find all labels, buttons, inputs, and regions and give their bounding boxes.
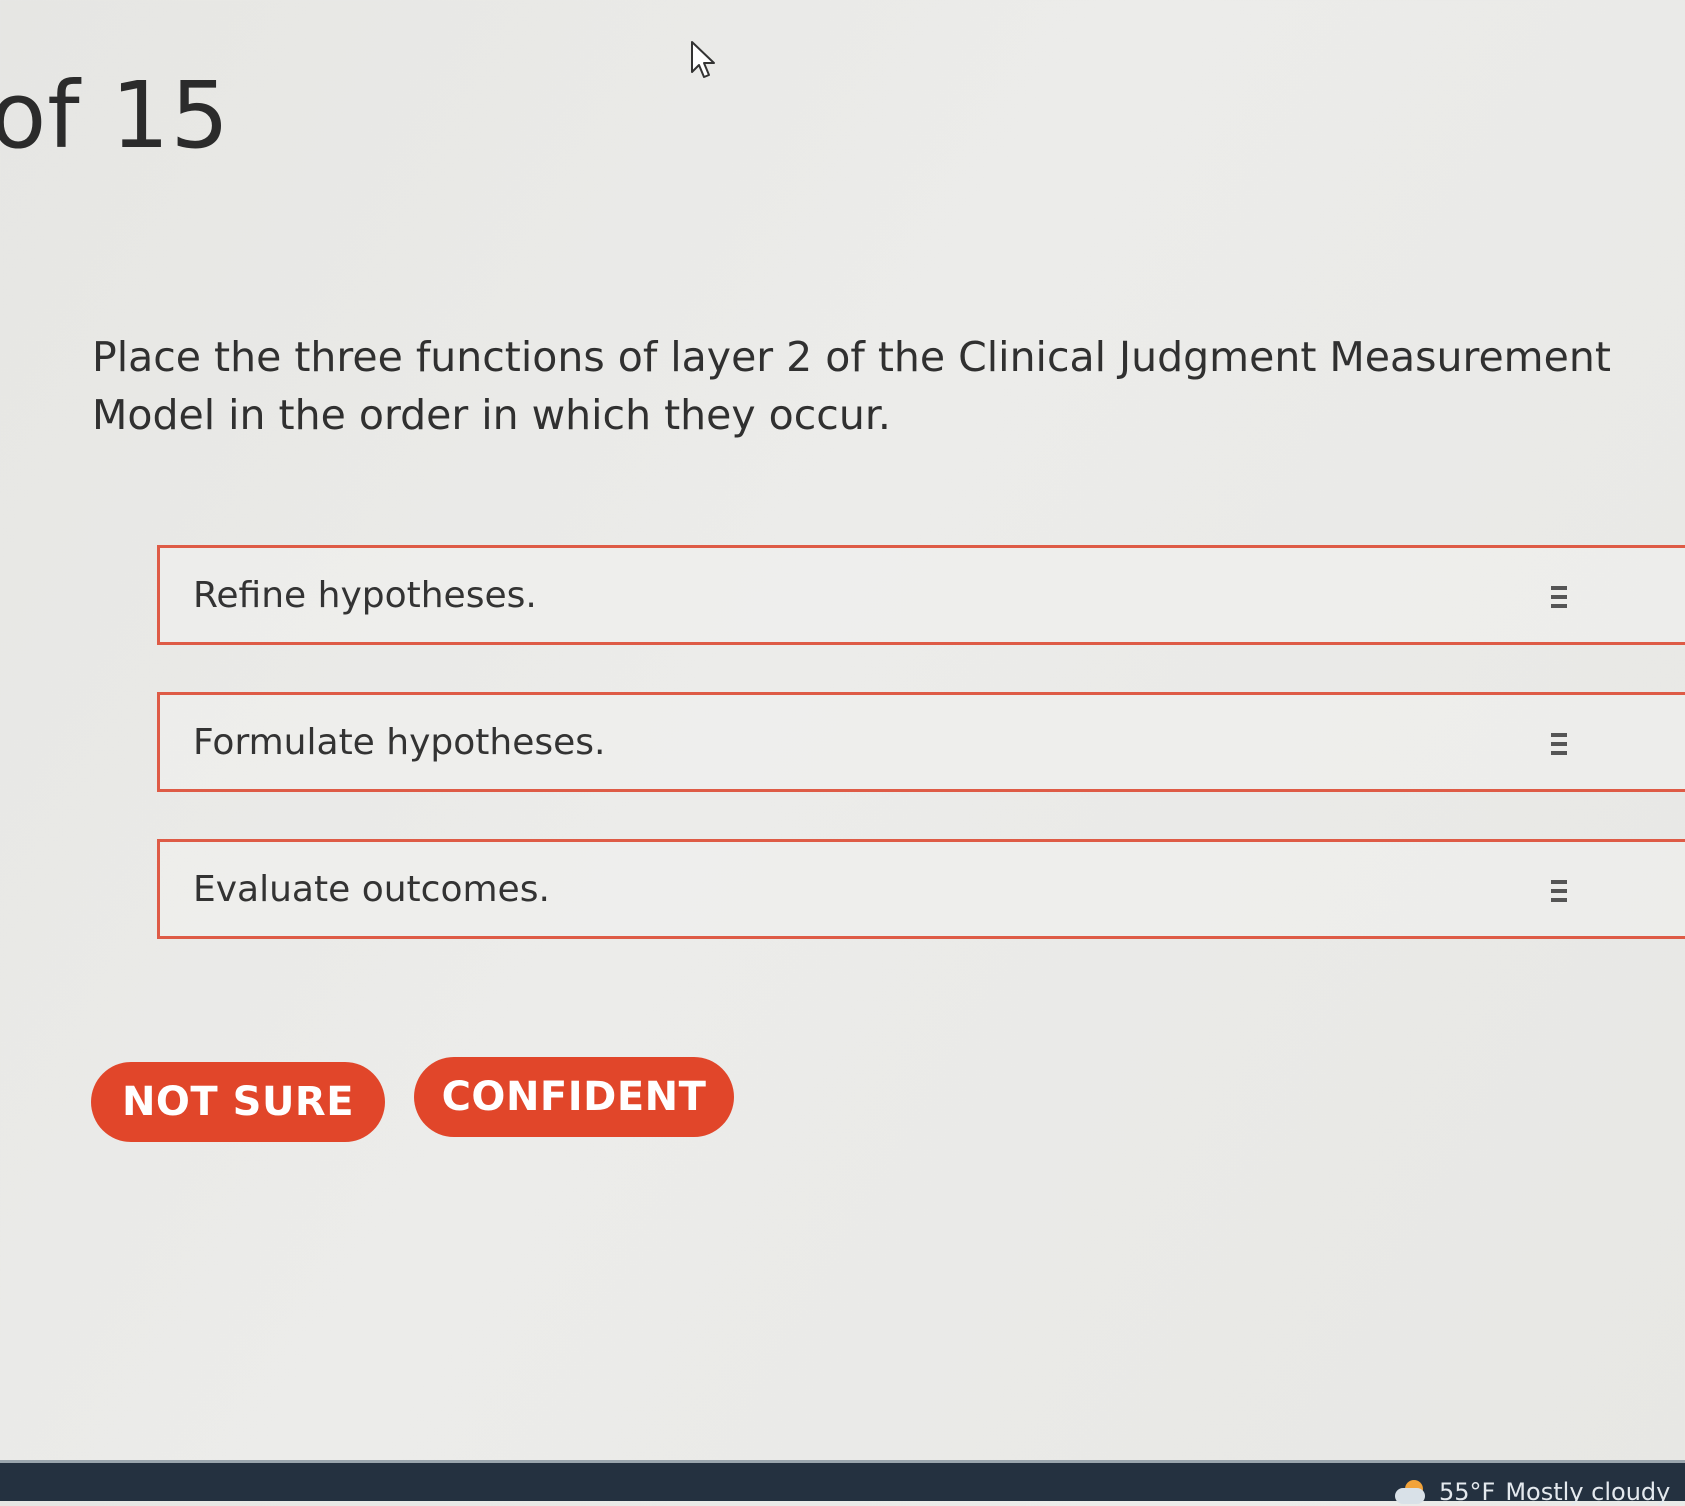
partly-cloudy-icon — [1395, 1480, 1429, 1504]
weather-temperature: 55°F — [1439, 1478, 1496, 1506]
question-text: Place the three functions of layer 2 of … — [92, 333, 1611, 439]
draggable-option-1[interactable]: Refine hypotheses. — [157, 545, 1685, 645]
mouse-pointer-icon — [691, 41, 715, 78]
not-sure-button[interactable]: NOT SURE — [91, 1062, 385, 1142]
option-label: Refine hypotheses. — [193, 574, 537, 616]
drag-handle-icon[interactable] — [1551, 880, 1567, 902]
option-label: Evaluate outcomes. — [193, 868, 550, 910]
draggable-option-2[interactable]: Formulate hypotheses. — [157, 692, 1685, 792]
ordering-options-list: Refine hypotheses. Formulate hypotheses.… — [157, 545, 1685, 986]
confident-button[interactable]: CONFIDENT — [414, 1057, 734, 1137]
drag-handle-icon[interactable] — [1551, 733, 1567, 755]
drag-handle-icon[interactable] — [1551, 586, 1567, 608]
draggable-option-3[interactable]: Evaluate outcomes. — [157, 839, 1685, 939]
option-label: Formulate hypotheses. — [193, 721, 606, 763]
weather-condition: Mostly cloudy — [1505, 1478, 1671, 1506]
weather-widget[interactable]: 55°F Mostly cloudy — [1395, 1478, 1680, 1506]
question-counter: of 15 — [0, 62, 230, 169]
